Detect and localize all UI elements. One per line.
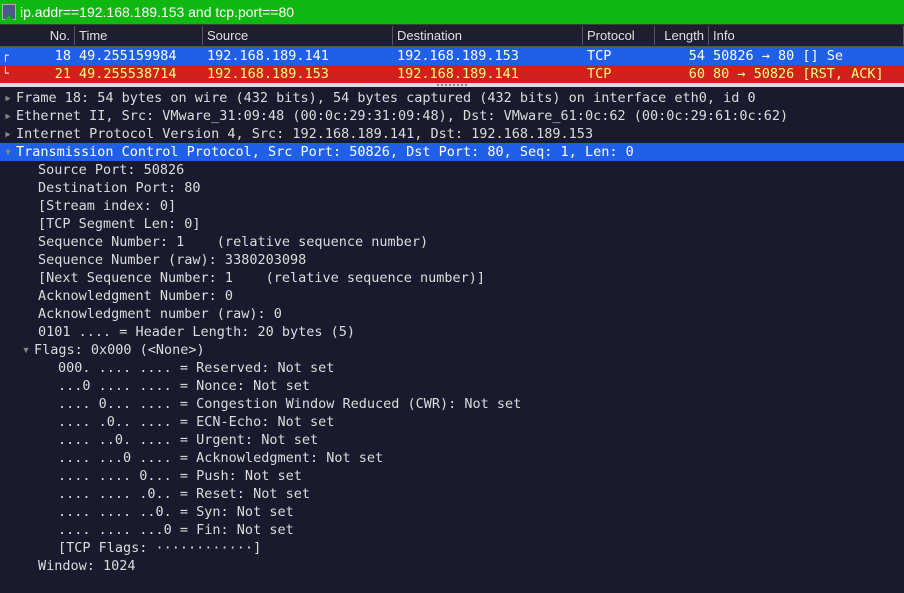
flag-reset[interactable]: .... .... .0.. = Reset: Not set	[0, 485, 904, 503]
display-filter-input[interactable]	[20, 4, 902, 20]
tree-text: Flags: 0x000 (<None>)	[34, 342, 205, 358]
col-header-source[interactable]: Source	[203, 26, 393, 45]
tcp-segment-len[interactable]: [TCP Segment Len: 0]	[0, 215, 904, 233]
tcp-src-port[interactable]: Source Port: 50826	[0, 161, 904, 179]
tree-text: Transmission Control Protocol, Src Port:…	[16, 144, 634, 160]
flag-urgent[interactable]: .... ..0. .... = Urgent: Not set	[0, 431, 904, 449]
col-header-no[interactable]: No.	[0, 26, 75, 45]
expand-icon[interactable]	[4, 89, 16, 107]
flag-tcpflags[interactable]: [TCP Flags: ············]	[0, 539, 904, 557]
flag-ecn[interactable]: .... .0.. .... = ECN-Echo: Not set	[0, 413, 904, 431]
pane-splitter[interactable]	[0, 83, 904, 87]
tcp-stream-index[interactable]: [Stream index: 0]	[0, 197, 904, 215]
packet-list-header: No. Time Source Destination Protocol Len…	[0, 25, 904, 47]
bookmark-icon[interactable]	[2, 4, 16, 20]
tcp-window[interactable]: Window: 1024	[0, 557, 904, 575]
col-header-protocol[interactable]: Protocol	[583, 26, 655, 45]
collapse-icon[interactable]	[22, 341, 34, 359]
packet-row[interactable]: └2149.255538714192.168.189.153192.168.18…	[0, 65, 904, 83]
tcp-seq-raw[interactable]: Sequence Number (raw): 3380203098	[0, 251, 904, 269]
col-header-destination[interactable]: Destination	[393, 26, 583, 45]
flag-nonce[interactable]: ...0 .... .... = Nonce: Not set	[0, 377, 904, 395]
flag-syn[interactable]: .... .... ..0. = Syn: Not set	[0, 503, 904, 521]
tcp-seq[interactable]: Sequence Number: 1 (relative sequence nu…	[0, 233, 904, 251]
col-header-length[interactable]: Length	[655, 26, 709, 45]
col-header-time[interactable]: Time	[75, 26, 203, 45]
expand-icon[interactable]	[4, 125, 16, 143]
tree-ethernet[interactable]: Ethernet II, Src: VMware_31:09:48 (00:0c…	[0, 107, 904, 125]
expand-icon[interactable]	[4, 107, 16, 125]
tcp-ack-raw[interactable]: Acknowledgment number (raw): 0	[0, 305, 904, 323]
tree-ip[interactable]: Internet Protocol Version 4, Src: 192.16…	[0, 125, 904, 143]
flag-push[interactable]: .... .... 0... = Push: Not set	[0, 467, 904, 485]
collapse-icon[interactable]	[4, 143, 16, 161]
tcp-header-len[interactable]: 0101 .... = Header Length: 20 bytes (5)	[0, 323, 904, 341]
flag-cwr[interactable]: .... 0... .... = Congestion Window Reduc…	[0, 395, 904, 413]
tree-text: Ethernet II, Src: VMware_31:09:48 (00:0c…	[16, 108, 788, 124]
packet-list[interactable]: ┌1849.255159984192.168.189.141192.168.18…	[0, 47, 904, 83]
col-header-info[interactable]: Info	[709, 26, 904, 45]
tcp-flags[interactable]: Flags: 0x000 (<None>)	[0, 341, 904, 359]
tcp-ack[interactable]: Acknowledgment Number: 0	[0, 287, 904, 305]
flag-ack[interactable]: .... ...0 .... = Acknowledgment: Not set	[0, 449, 904, 467]
packet-details-pane[interactable]: Frame 18: 54 bytes on wire (432 bits), 5…	[0, 87, 904, 575]
flag-reserved[interactable]: 000. .... .... = Reserved: Not set	[0, 359, 904, 377]
packet-row[interactable]: ┌1849.255159984192.168.189.141192.168.18…	[0, 47, 904, 65]
tree-frame[interactable]: Frame 18: 54 bytes on wire (432 bits), 5…	[0, 89, 904, 107]
tcp-next-seq[interactable]: [Next Sequence Number: 1 (relative seque…	[0, 269, 904, 287]
tree-text: Frame 18: 54 bytes on wire (432 bits), 5…	[16, 90, 756, 106]
tree-tcp[interactable]: Transmission Control Protocol, Src Port:…	[0, 143, 904, 161]
flag-fin[interactable]: .... .... ...0 = Fin: Not set	[0, 521, 904, 539]
tree-text: Internet Protocol Version 4, Src: 192.16…	[16, 126, 593, 142]
display-filter-bar	[0, 0, 904, 25]
tcp-dst-port[interactable]: Destination Port: 80	[0, 179, 904, 197]
